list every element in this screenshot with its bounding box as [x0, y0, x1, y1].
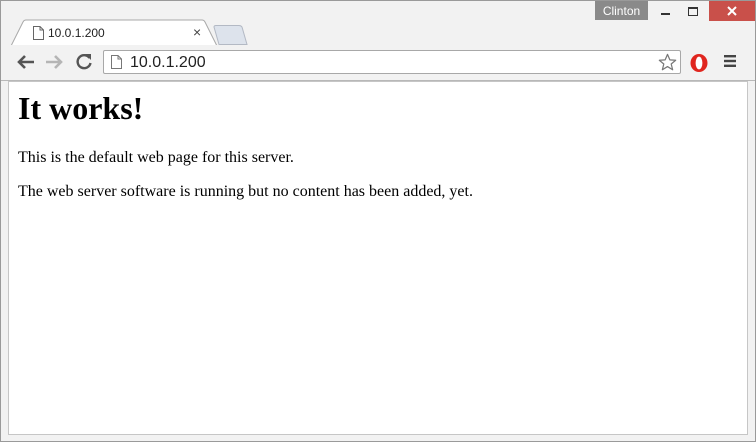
- minimize-icon: [660, 13, 670, 15]
- document-icon: [33, 26, 44, 40]
- reload-icon: [76, 53, 92, 70]
- menu-icon[interactable]: [723, 54, 737, 68]
- forward-arrow-icon: [46, 55, 63, 69]
- page-icon: [111, 55, 122, 69]
- new-tab-button[interactable]: [213, 25, 249, 45]
- close-icon: [727, 6, 737, 16]
- title-bar: 10.0.1.200 × Clinton: [1, 1, 755, 46]
- reload-button[interactable]: [72, 50, 96, 74]
- back-arrow-icon: [17, 55, 34, 69]
- minimize-button[interactable]: [651, 1, 679, 21]
- url-text[interactable]: 10.0.1.200: [130, 54, 206, 72]
- paragraph-server-running: The web server software is running but n…: [18, 183, 473, 200]
- opera-icon[interactable]: [689, 53, 709, 73]
- maximize-button[interactable]: [679, 1, 707, 21]
- browser-toolbar: 10.0.1.200: [1, 45, 755, 81]
- tab-title: 10.0.1.200: [48, 26, 105, 40]
- browser-window: 10.0.1.200 × Clinton 10.0.1.200 It works…: [0, 0, 756, 442]
- star-icon[interactable]: [658, 53, 677, 72]
- address-bar[interactable]: 10.0.1.200: [103, 50, 681, 74]
- page-heading: It works!: [18, 90, 144, 126]
- user-profile-badge[interactable]: Clinton: [595, 1, 648, 20]
- page-content: It works! This is the default web page f…: [8, 81, 748, 435]
- tab-close-button[interactable]: ×: [193, 25, 201, 39]
- forward-button[interactable]: [42, 50, 66, 74]
- back-button[interactable]: [14, 50, 38, 74]
- maximize-icon: [688, 6, 698, 16]
- close-window-button[interactable]: [709, 1, 755, 21]
- paragraph-default-page: This is the default web page for this se…: [18, 149, 294, 166]
- browser-tab[interactable]: 10.0.1.200 ×: [11, 19, 219, 46]
